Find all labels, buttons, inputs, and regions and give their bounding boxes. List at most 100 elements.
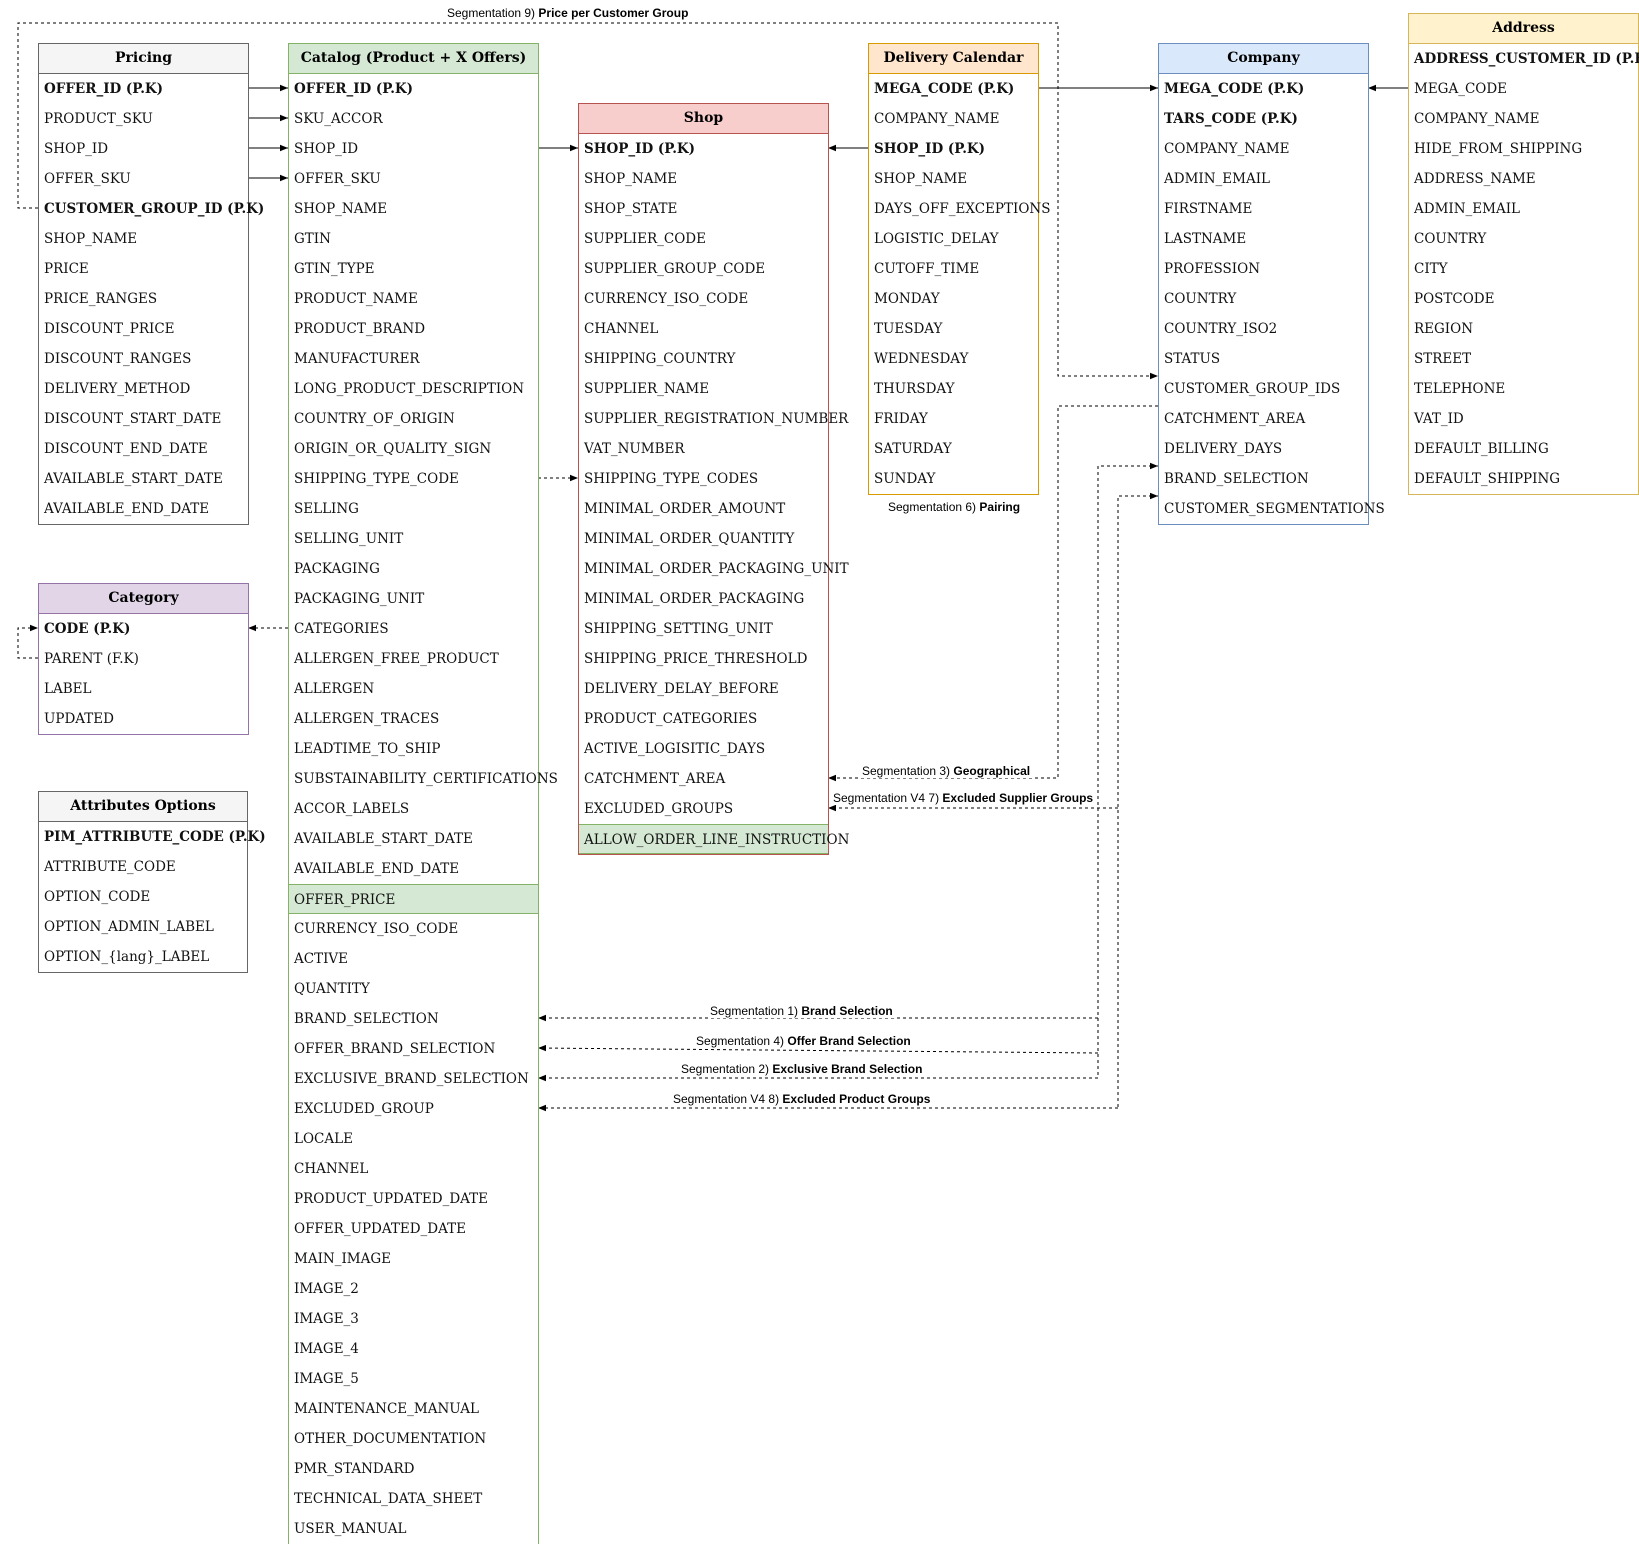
table-field: LOCALE [294, 1131, 353, 1147]
table-title: Company [1159, 44, 1368, 74]
table-field: CATCHMENT_AREA [1164, 411, 1306, 427]
table-company: Company MEGA_CODE (P.K) TARS_CODE (P.K) CO… [1158, 43, 1385, 525]
table-rows: SHOP_ID (P.K) SHOP_NAME SHOP_STATE SUPPLIER… [579, 134, 849, 854]
edge-brand-trunk [1097, 462, 1158, 1078]
table-field: AVAILABLE_END_DATE [294, 861, 460, 877]
label-prefix: Segmentation 3) [862, 764, 954, 778]
table-field: ADMIN_EMAIL [1164, 171, 1271, 187]
table-title: Address [1409, 14, 1638, 44]
label-bold: Brand Selection [801, 1004, 893, 1018]
table-field: ALLERGEN_FREE_PRODUCT [294, 651, 499, 667]
table-field: BRAND_SELECTION [1164, 471, 1309, 487]
table-field: OFFER_SKU [44, 171, 131, 187]
table-field: MINIMAL_ORDER_QUANTITY [584, 531, 795, 547]
table-field: OPTION_{lang}_LABEL [44, 949, 210, 965]
table-field: CITY [1414, 261, 1448, 277]
label-prefix: Segmentation 2) [681, 1062, 773, 1076]
table-field: COMPANY_NAME [1414, 111, 1540, 127]
label-seg4: Segmentation 4) Offer Brand Selection [694, 1034, 913, 1048]
table-field: SHIPPING_PRICE_THRESHOLD [584, 651, 808, 667]
table-field: LASTNAME [1164, 231, 1247, 247]
table-field: ADDRESS_CUSTOMER_ID (P.K) [1414, 51, 1639, 67]
edge-seg4 [537, 1044, 1099, 1054]
table-field: EXCLUDED_GROUP [294, 1101, 434, 1117]
table-field: CODE (P.K) [44, 621, 131, 637]
table-catalog: Catalog (Product + X Offers) OFFER_ID (P… [288, 43, 558, 1544]
table-field: DELIVERY_METHOD [44, 381, 191, 397]
table-field: CUSTOMER_SEGMENTATIONS [1164, 501, 1385, 517]
table-field: COUNTRY [1414, 231, 1487, 247]
table-field: MINIMAL_ORDER_AMOUNT [584, 501, 786, 517]
table-field: THURSDAY [874, 381, 955, 397]
table-shop: Shop SHOP_ID (P.K) SHOP_NAME SHOP_STATE SUP… [578, 103, 849, 855]
table-field: COMPANY_NAME [1164, 141, 1290, 157]
table-field: PRICE_RANGES [44, 291, 158, 307]
table-field: SHOP_STATE [584, 201, 678, 217]
label-bold: Excluded Product Groups [782, 1092, 931, 1106]
table-field: VAT_ID [1414, 411, 1464, 427]
table-field: SHOP_ID [294, 141, 359, 157]
table-field: SKU_ACCOR [294, 111, 383, 127]
table-field: ACTIVE_LOGISITIC_DAYS [584, 741, 766, 757]
label-prefix: Segmentation 1) [710, 1004, 802, 1018]
table-field: SELLING [294, 501, 359, 517]
table-field: SHOP_NAME [584, 171, 678, 187]
label-seg9: Segmentation 9) Price per Customer Group [445, 6, 691, 20]
label-seg3: Segmentation 3) Geographical [860, 764, 1033, 778]
table-field: CUSTOMER_GROUP_ID (P.K) [44, 201, 265, 217]
table-field: OPTION_CODE [44, 889, 151, 905]
table-field: SHOP_NAME [294, 201, 388, 217]
table-field: EXCLUSIVE_BRAND_SELECTION [294, 1071, 529, 1087]
label-bold: Exclusive Brand Selection [772, 1062, 923, 1076]
label-bold: Geographical [953, 764, 1031, 778]
table-field: AVAILABLE_START_DATE [294, 831, 473, 847]
table-field: CUSTOMER_GROUP_IDS [1164, 381, 1341, 397]
table-field: CURRENCY_ISO_CODE [584, 291, 749, 307]
table-field: LABEL [44, 681, 92, 697]
table-field: PARENT (F.K) [44, 651, 139, 667]
table-field: STREET [1414, 351, 1472, 367]
table-field: OFFER_UPDATED_DATE [294, 1221, 466, 1237]
table-field: MEGA_CODE [1414, 81, 1508, 97]
label-seg6: Segmentation 6) Pairing [886, 500, 1023, 514]
label-seg1: Segmentation 1) Brand Selection [708, 1004, 895, 1018]
table-field: DAYS_OFF_EXCEPTIONS [874, 201, 1051, 217]
label-bold: Pairing [979, 500, 1021, 514]
table-title: Category [39, 584, 248, 614]
table-field: MANUFACTURER [294, 351, 420, 367]
label-prefix: Segmentation 9) [447, 6, 539, 20]
edge-segm-trunk [1117, 492, 1158, 1108]
table-field: PMR_STANDARD [294, 1461, 415, 1477]
table-field: SHOP_ID [44, 141, 109, 157]
table-field: ALLERGEN_TRACES [294, 711, 440, 727]
label-bold: Excluded Supplier Groups [942, 791, 1094, 805]
table-rows: OFFER_ID (P.K) PRODUCT_SKU SHOP_ID OFFER_SK… [39, 74, 265, 524]
table-field: DEFAULT_SHIPPING [1414, 471, 1561, 487]
table-field: IMAGE_5 [294, 1371, 359, 1387]
table-field: SHIPPING_TYPE_CODE [294, 471, 459, 487]
table-field: MEGA_CODE (P.K) [1164, 81, 1305, 97]
table-field: FRIDAY [874, 411, 928, 427]
table-pricing: Pricing OFFER_ID (P.K) PRODUCT_SKU SHOP_ID… [38, 43, 265, 525]
label-bold: Offer Brand Selection [787, 1034, 911, 1048]
table-field: SELLING_UNIT [294, 531, 404, 547]
table-field: OFFER_BRAND_SELECTION [294, 1041, 496, 1057]
table-field: IMAGE_2 [294, 1281, 359, 1297]
table-field: SUPPLIER_REGISTRATION_NUMBER [584, 411, 849, 427]
table-field: SHIPPING_COUNTRY [584, 351, 736, 367]
table-field: OTHER_DOCUMENTATION [294, 1431, 487, 1447]
table-attributes-options: Attributes Options PIM_ATTRIBUTE_CODE (P… [38, 791, 266, 973]
table-field: PACKAGING_UNIT [294, 591, 425, 607]
table-field: SUPPLIER_CODE [584, 231, 706, 247]
table-field: CHANNEL [584, 321, 659, 337]
table-field: GTIN [294, 231, 331, 247]
table-title: Attributes Options [39, 792, 247, 822]
table-category: Category CODE (P.K) PARENT (F.K) LABEL UPDA… [38, 583, 249, 735]
table-field: SUNDAY [874, 471, 936, 487]
table-field: ALLOW_ORDER_LINE_INSTRUCTION [579, 824, 849, 854]
label-bold: Price per Customer Group [538, 6, 689, 20]
table-field: OFFER_ID (P.K) [294, 81, 414, 97]
table-field: ADMIN_EMAIL [1414, 201, 1521, 217]
table-field: REGION [1414, 321, 1474, 337]
table-field: PRODUCT_SKU [44, 111, 153, 127]
